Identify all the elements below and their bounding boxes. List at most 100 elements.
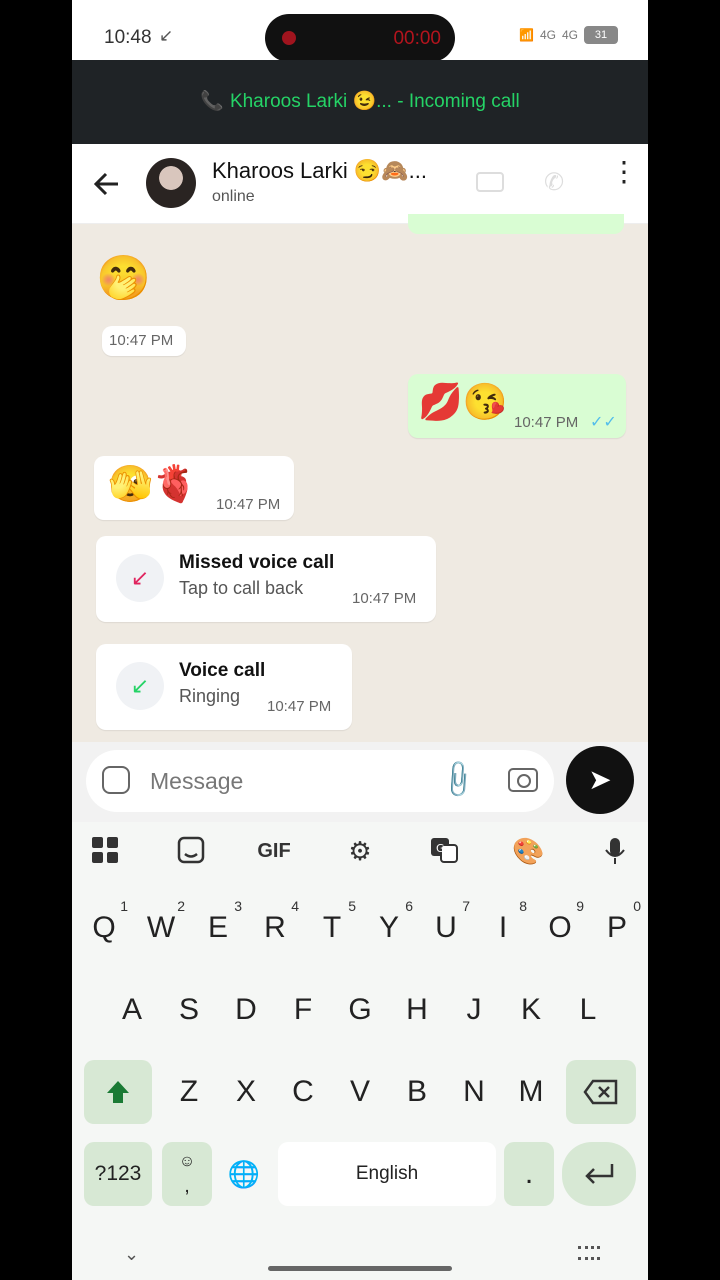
message-box: 📎	[86, 750, 554, 812]
space-bar[interactable]: English	[278, 1142, 496, 1206]
key-g[interactable]: G	[332, 978, 388, 1042]
hide-keyboard-chevron-icon[interactable]: ⌄	[124, 1244, 139, 1265]
message-time: 10:47 PM	[109, 332, 174, 349]
back-arrow-icon[interactable]	[92, 166, 122, 202]
keyboard-switch-icon[interactable]	[578, 1246, 600, 1260]
call-title: Voice call	[179, 660, 266, 681]
sticker-icon[interactable]	[176, 836, 206, 866]
incoming-call-banner[interactable]: 📞 Kharoos Larki 😉... - Incoming call	[72, 60, 648, 144]
contact-name[interactable]: Kharoos Larki 😏🙈...	[212, 158, 427, 184]
settings-gear-icon[interactable]: ⚙	[344, 836, 376, 866]
record-dot-icon	[282, 31, 296, 45]
network-4g-label: 4G	[539, 28, 556, 42]
time-chip: 10:47 PM	[102, 326, 186, 356]
key-r[interactable]: R4	[247, 896, 303, 960]
apps-grid-icon[interactable]	[90, 836, 120, 866]
call-subtitle: Tap to call back	[179, 578, 304, 598]
contact-status: online	[212, 188, 255, 205]
call-title: Missed voice call	[179, 552, 335, 573]
missed-call-icon: ↙	[116, 554, 164, 602]
key-e[interactable]: E3	[190, 896, 246, 960]
camera-icon[interactable]	[508, 768, 538, 792]
key-f[interactable]: F	[275, 978, 331, 1042]
emoji-content: 🫣🫀	[108, 463, 198, 504]
globe-icon[interactable]: 🌐	[218, 1142, 270, 1206]
voice-call-icon[interactable]: ✆	[544, 168, 564, 197]
key-w[interactable]: W2	[133, 896, 189, 960]
emoji-content: 💋😘	[418, 381, 508, 422]
read-ticks-icon: ✓✓	[590, 414, 617, 431]
attach-icon[interactable]: 📎	[436, 757, 480, 802]
incoming-call-text: Kharoos Larki 😉... - Incoming call	[229, 91, 520, 112]
theme-palette-icon[interactable]: 🎨	[512, 836, 544, 866]
status-bar: 10:48 ↙ 00:00 📶 4G 4G 31	[72, 0, 648, 62]
emoji-comma-key[interactable]: ☺ ,	[162, 1142, 212, 1206]
emoji-smile-icon: ☺	[178, 1153, 196, 1170]
battery-icon: 31	[584, 26, 618, 44]
key-d[interactable]: D	[218, 978, 274, 1042]
key-q[interactable]: Q1	[76, 896, 132, 960]
symbols-key[interactable]: ?123	[84, 1142, 152, 1206]
key-x[interactable]: X	[218, 1060, 274, 1124]
avatar[interactable]	[146, 158, 196, 208]
keyboard: GIF ⚙ G 🎨 Q1 W2 E3 R4 T5 Y6 U7 I8 O9 P0 …	[72, 822, 648, 1280]
key-t[interactable]: T5	[304, 896, 360, 960]
sticker-icon[interactable]	[102, 766, 130, 794]
key-y[interactable]: Y6	[361, 896, 417, 960]
microphone-icon[interactable]	[600, 836, 630, 866]
more-menu-icon[interactable]: ⋮	[610, 158, 638, 186]
composer: 📎 ➤	[72, 742, 648, 822]
enter-key[interactable]	[562, 1142, 636, 1206]
message-time: 10:47 PM	[514, 414, 579, 431]
key-n[interactable]: N	[446, 1060, 502, 1124]
key-u[interactable]: U7	[418, 896, 474, 960]
key-s[interactable]: S	[161, 978, 217, 1042]
call-subtitle: Ringing	[179, 686, 241, 706]
key-j[interactable]: J	[446, 978, 502, 1042]
recording-timer: 00:00	[393, 28, 441, 49]
translate-icon[interactable]: G	[428, 836, 460, 866]
status-time: 10:48	[104, 27, 152, 48]
key-v[interactable]: V	[332, 1060, 388, 1124]
message-time: 10:47 PM	[216, 496, 281, 513]
phone-screen: 10:48 ↙ 00:00 📶 4G 4G 31 📞 Kharoos Larki …	[72, 0, 648, 1280]
key-k[interactable]: K	[503, 978, 559, 1042]
keyboard-toolbar: GIF ⚙ G 🎨	[72, 822, 648, 880]
missed-call-message[interactable]: ↙ Missed voice call Tap to call back 10:…	[96, 536, 436, 622]
svg-text:G: G	[436, 842, 445, 855]
key-c[interactable]: C	[275, 1060, 331, 1124]
message-outgoing[interactable]: 💋😘 10:47 PM ✓✓	[408, 374, 626, 438]
message-time: 10:47 PM	[267, 698, 332, 715]
chat-area: 🤭 10:47 PM 💋😘 10:47 PM ✓✓ 🫣🫀 10:47 PM ↙ …	[72, 214, 648, 750]
key-p[interactable]: P0	[589, 896, 645, 960]
emoji-content: 🤭	[96, 254, 151, 303]
key-a[interactable]: A	[104, 978, 160, 1042]
status-icons: 📶 4G 4G 31	[519, 26, 618, 44]
keyboard-bottom-bar: ⌄	[72, 1232, 648, 1280]
phone-icon: 📞	[200, 91, 224, 112]
video-call-icon[interactable]	[476, 172, 504, 192]
key-m[interactable]: M	[503, 1060, 559, 1124]
send-button[interactable]: ➤	[566, 746, 634, 814]
key-z[interactable]: Z	[161, 1060, 217, 1124]
key-o[interactable]: O9	[532, 896, 588, 960]
wifi-icon: 📶	[519, 28, 534, 42]
network-4g-label: 4G	[561, 28, 578, 42]
period-key[interactable]: .	[504, 1142, 554, 1206]
gif-button[interactable]: GIF	[254, 836, 294, 866]
message-incoming[interactable]: 🫣🫀 10:47 PM	[94, 456, 294, 520]
backspace-key[interactable]	[566, 1060, 636, 1124]
key-i[interactable]: I8	[475, 896, 531, 960]
voice-call-message[interactable]: ↙ Voice call Ringing 10:47 PM	[96, 644, 352, 730]
shift-key[interactable]	[84, 1060, 152, 1124]
message-time: 10:47 PM	[352, 590, 417, 607]
message-input[interactable]	[150, 764, 410, 798]
key-l[interactable]: L	[560, 978, 616, 1042]
chat-header: Kharoos Larki 😏🙈... online ✆ ⋮	[72, 144, 648, 224]
screen-recording-pill[interactable]: 00:00	[265, 14, 455, 62]
home-indicator[interactable]	[268, 1266, 452, 1271]
previous-message-bubble[interactable]	[408, 214, 624, 234]
key-b[interactable]: B	[389, 1060, 445, 1124]
missed-call-arrow-icon: ↙	[159, 26, 174, 45]
key-h[interactable]: H	[389, 978, 445, 1042]
